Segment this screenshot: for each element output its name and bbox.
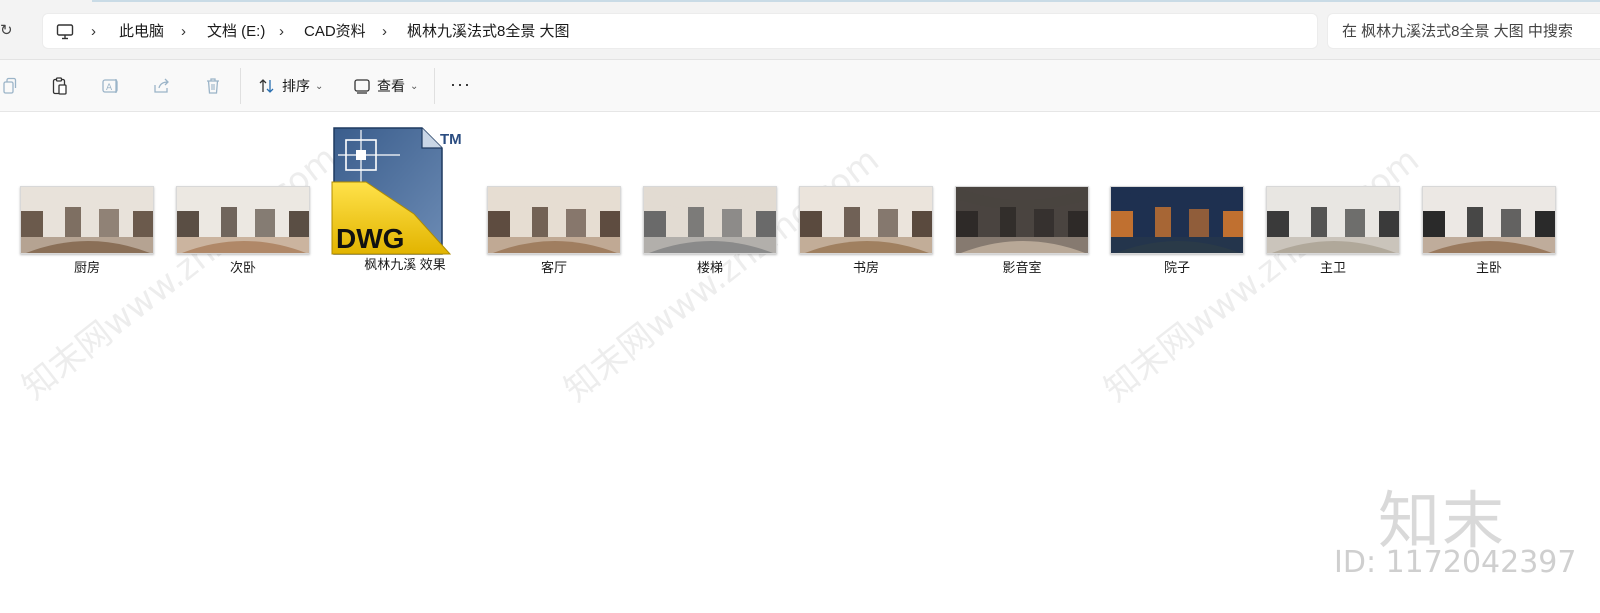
search-input[interactable]: 在 枫林九溪法式8全景 大图 中搜索 — [1327, 13, 1600, 49]
this-pc-icon[interactable] — [56, 23, 74, 41]
toolbar-divider — [434, 68, 435, 104]
panorama-thumbnail[interactable] — [1266, 186, 1400, 254]
panorama-thumbnail[interactable] — [643, 186, 777, 254]
search-placeholder: 在 枫林九溪法式8全景 大图 中搜索 — [1342, 23, 1573, 40]
panorama-thumbnail[interactable] — [1422, 186, 1556, 254]
crumb-current-folder[interactable]: 枫林九溪法式8全景 大图 — [407, 22, 570, 42]
view-label: 查看 — [377, 78, 405, 94]
file-item[interactable]: 院子 — [1110, 186, 1244, 276]
file-name[interactable]: 主卫 — [1266, 260, 1400, 276]
title-accent — [92, 0, 1600, 2]
file-name[interactable]: 厨房 — [20, 260, 154, 276]
panorama-thumbnail[interactable] — [487, 186, 621, 254]
sort-label: 排序 — [282, 78, 310, 94]
dwg-badge-text: DWG — [336, 223, 404, 254]
command-toolbar: A 排序 ⌄ 查看 ⌄ ··· — [0, 60, 1600, 112]
panorama-thumbnail[interactable] — [955, 186, 1089, 254]
panorama-thumbnail[interactable] — [1110, 186, 1244, 254]
file-item[interactable]: 影音室 — [955, 186, 1089, 276]
sort-icon — [259, 79, 274, 93]
watermark-id: ID: 1172042397 — [1334, 545, 1577, 580]
trademark-text: TM — [440, 131, 462, 148]
file-item[interactable]: 主卧 — [1422, 186, 1556, 276]
crumb-this-pc[interactable]: 此电脑 — [119, 22, 164, 42]
chevron-down-icon: ⌄ — [410, 80, 419, 92]
file-item[interactable]: 书房 — [799, 186, 933, 276]
panorama-thumbnail[interactable] — [799, 186, 933, 254]
paste-icon[interactable] — [50, 76, 70, 96]
chevron-right-icon[interactable]: › — [382, 22, 387, 42]
file-name-dwg[interactable]: 枫林九溪 效果 — [330, 257, 480, 273]
file-item[interactable]: 主卫 — [1266, 186, 1400, 276]
file-name[interactable]: 次卧 — [176, 260, 310, 276]
file-name[interactable]: 楼梯 — [643, 260, 777, 276]
view-button[interactable]: 查看 ⌄ — [353, 72, 418, 100]
file-name[interactable]: 院子 — [1110, 260, 1244, 276]
chevron-right-icon[interactable]: › — [279, 22, 284, 42]
chevron-right-icon[interactable]: › — [181, 22, 186, 42]
share-icon[interactable] — [152, 76, 172, 96]
crumb-documents-drive[interactable]: 文档 (E:) — [207, 22, 265, 42]
more-options-button[interactable]: ··· — [450, 74, 471, 95]
sort-button[interactable]: 排序 ⌄ — [258, 72, 323, 100]
refresh-icon[interactable]: ↻ — [0, 22, 18, 40]
panorama-thumbnail[interactable] — [20, 186, 154, 254]
address-bar: ↻ › 此电脑 › 文档 (E:) › CAD资料 › 枫林九溪法式8全景 大图… — [0, 0, 1600, 60]
file-item[interactable]: 楼梯 — [643, 186, 777, 276]
chevron-right-icon[interactable]: › — [91, 22, 96, 42]
rename-icon[interactable]: A — [101, 76, 121, 96]
copy-icon[interactable] — [0, 76, 20, 96]
file-name[interactable]: 主卧 — [1422, 260, 1556, 276]
breadcrumb[interactable]: › 此电脑 › 文档 (E:) › CAD资料 › 枫林九溪法式8全景 大图 — [42, 13, 1318, 49]
file-item[interactable]: 客厅 — [487, 186, 621, 276]
file-name[interactable]: 书房 — [799, 260, 933, 276]
dwg-file-icon[interactable]: DWG TM — [330, 126, 480, 263]
svg-text:A: A — [106, 83, 113, 93]
file-name[interactable]: 客厅 — [487, 260, 621, 276]
file-item[interactable]: 次卧 — [176, 186, 310, 276]
delete-icon[interactable] — [203, 76, 223, 96]
chevron-down-icon: ⌄ — [315, 80, 324, 92]
file-item[interactable]: 厨房 — [20, 186, 154, 276]
panorama-thumbnail[interactable] — [176, 186, 310, 254]
view-icon — [354, 79, 370, 94]
toolbar-divider — [240, 68, 241, 104]
file-name[interactable]: 影音室 — [955, 260, 1089, 276]
crumb-cad-folder[interactable]: CAD资料 — [304, 22, 366, 42]
